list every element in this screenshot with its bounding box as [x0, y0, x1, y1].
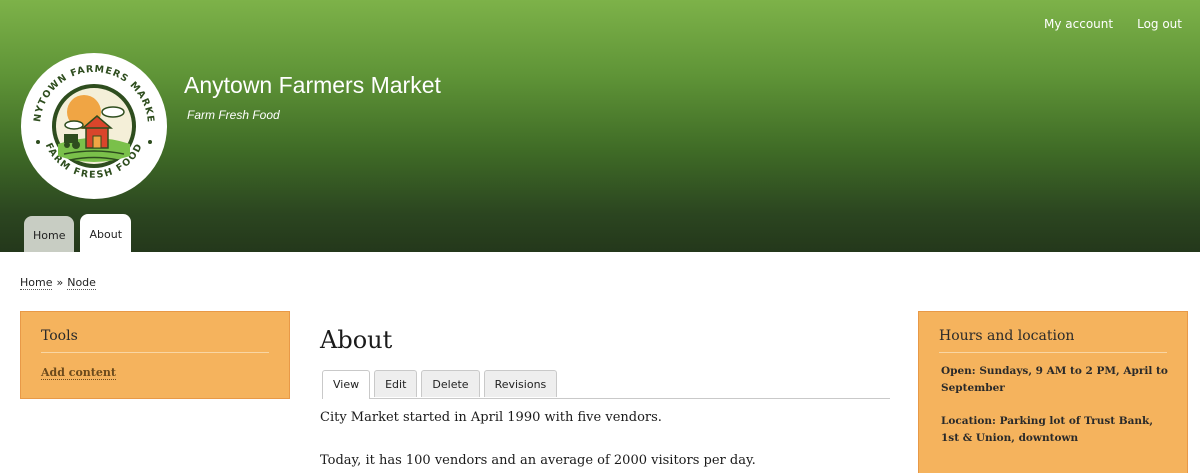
site-name[interactable]: Anytown Farmers Market — [184, 72, 441, 99]
location-text: Location: Parking lot of Trust Bank, 1st… — [941, 415, 1153, 444]
hours-location-block: Hours and location Open: Sundays, 9 AM t… — [918, 311, 1188, 473]
breadcrumb-separator: » — [56, 276, 64, 289]
primary-nav: Home About — [24, 214, 132, 252]
tab-delete[interactable]: Delete — [421, 370, 480, 397]
add-content-link[interactable]: Add content — [41, 366, 116, 380]
tab-home[interactable]: Home — [24, 216, 75, 252]
tab-edit[interactable]: Edit — [374, 370, 418, 397]
hours-block-title: Hours and location — [939, 328, 1167, 353]
tab-about[interactable]: About — [80, 214, 132, 252]
body-paragraph: Today, it has 100 vendors and an average… — [320, 453, 756, 468]
breadcrumb: Home» Node — [20, 276, 96, 290]
secondary-menu: My account Log out — [1044, 17, 1182, 31]
breadcrumb-node[interactable]: Node — [67, 276, 96, 290]
tools-block: Tools Add content — [20, 311, 290, 399]
my-account-link[interactable]: My account — [1044, 17, 1113, 31]
tab-revisions[interactable]: Revisions — [483, 370, 558, 397]
hours-text: Open: Sundays, 9 AM to 2 PM, April to Se… — [941, 365, 1168, 394]
tools-block-title: Tools — [41, 328, 269, 353]
site-logo[interactable]: ANYTOWN FARMERS MARKET FARM FRESH FOOD — [20, 52, 168, 200]
site-header: My account Log out ANYTOWN FARMERS MARKE… — [0, 0, 1200, 252]
body-paragraph: City Market started in April 1990 with f… — [320, 410, 662, 425]
local-tasks: View Edit Delete Revisions — [322, 370, 890, 399]
page-title: About — [320, 326, 393, 354]
log-out-link[interactable]: Log out — [1137, 17, 1182, 31]
breadcrumb-home[interactable]: Home — [20, 276, 53, 290]
site-slogan: Farm Fresh Food — [187, 108, 280, 122]
tab-view[interactable]: View — [322, 370, 371, 399]
